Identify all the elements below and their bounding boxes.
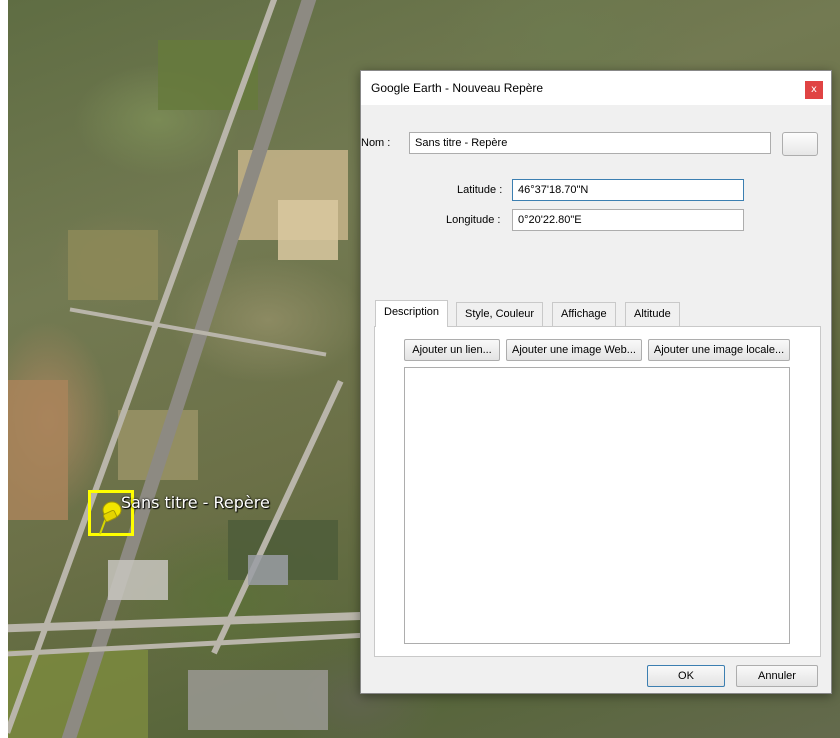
add-web-image-button[interactable]: Ajouter une image Web... (506, 339, 642, 361)
placemark-label: Sans titre - Repère (121, 493, 270, 512)
map-buildings (248, 555, 288, 585)
map-field (68, 230, 158, 300)
tab-description[interactable]: Description (375, 300, 449, 327)
description-textarea[interactable] (404, 367, 790, 644)
tab-style-color[interactable]: Style, Couleur (456, 302, 544, 326)
map-road (8, 632, 378, 657)
map-field (8, 380, 68, 520)
close-button[interactable]: x (805, 81, 823, 99)
placemark-icon-button[interactable] (782, 132, 818, 156)
add-local-image-button[interactable]: Ajouter une image locale... (648, 339, 790, 361)
dialog-titlebar[interactable]: Google Earth - Nouveau Repère x (361, 71, 831, 105)
name-label: Nom : (361, 137, 391, 149)
description-panel: Ajouter un lien... Ajouter une image Web… (374, 326, 821, 657)
latitude-field[interactable]: 46°37'18.70"N (512, 179, 744, 201)
add-link-button[interactable]: Ajouter un lien... (404, 339, 500, 361)
ok-button[interactable]: OK (647, 665, 725, 687)
name-field[interactable]: Sans titre - Repère (409, 132, 771, 154)
tab-altitude[interactable]: Altitude (625, 302, 680, 326)
map-field (278, 200, 338, 260)
cancel-button[interactable]: Annuler (736, 665, 818, 687)
latitude-label: Latitude : (457, 184, 503, 196)
dialog-title: Google Earth - Nouveau Repère (371, 81, 544, 95)
longitude-label: Longitude : (446, 214, 501, 226)
longitude-field[interactable]: 0°20'22.80"E (512, 209, 744, 231)
map-buildings (108, 560, 168, 600)
map-road (8, 611, 379, 633)
new-placemark-dialog: Google Earth - Nouveau Repère x Nom : Sa… (360, 70, 832, 694)
map-buildings (188, 670, 328, 730)
tab-display[interactable]: Affichage (552, 302, 616, 326)
